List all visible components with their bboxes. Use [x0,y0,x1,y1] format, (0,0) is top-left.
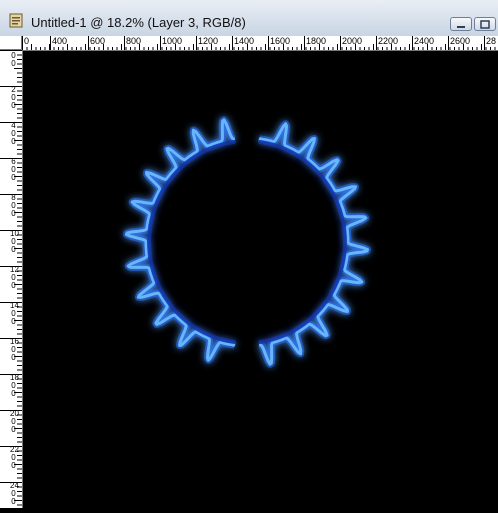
horizontal-ruler[interactable]: 0 400 600 800 1000 1200 1400 1600 1800 2… [0,36,498,51]
ruler-label: 2200 [10,445,19,470]
ruler-label: 2600 [450,36,471,46]
maximize-icon [480,20,490,29]
ruler-label: 2000 [10,409,19,434]
ruler-label: 400 [11,121,16,146]
ruler-label: 800 [11,193,16,218]
ruler-label: 800 [126,36,142,46]
vertical-ruler[interactable]: 00 200 400 600 800 10 0 0 12 0 0 14 0 0 16 0 0 1… [0,50,23,508]
maximize-button[interactable] [474,17,496,31]
ruler-label: 1000 [162,36,183,46]
ruler-label: 2400 [10,481,19,506]
ruler-label: 00 [11,51,16,68]
ruler-label: 200 [11,85,16,110]
ruler-label: 2000 [342,36,363,46]
ruler-label: 1600 [10,337,19,362]
ruler-label: 1600 [270,36,291,46]
ruler-label: 0 [24,36,30,46]
ruler-label: 400 [52,36,68,46]
ruler-label: 600 [11,157,16,182]
minimize-button[interactable] [450,17,472,31]
document-title-bar: Untitled-1 @ 18.2% (Layer 3, RGB/8) [0,0,498,37]
minimize-icon [457,26,465,28]
ruler-label: 1400 [234,36,255,46]
ruler-label: 2200 [378,36,399,46]
ruler-label: 600 [90,36,106,46]
document-canvas[interactable] [23,51,498,508]
ruler-label: 1200 [10,265,19,290]
ruler-label: 1800 [306,36,327,46]
document-title: Untitled-1 @ 18.2% (Layer 3, RGB/8) [31,15,246,30]
ruler-origin[interactable] [0,36,22,50]
ruler-label: 28 [486,36,497,46]
ruler-label: 1800 [10,373,19,398]
ruler-label: 2400 [414,36,435,46]
ruler-label: 1400 [10,301,19,326]
flame-ring-image [123,116,371,368]
ruler-label: 1000 [10,229,19,254]
ruler-label: 1200 [198,36,219,46]
document-icon [9,13,23,28]
